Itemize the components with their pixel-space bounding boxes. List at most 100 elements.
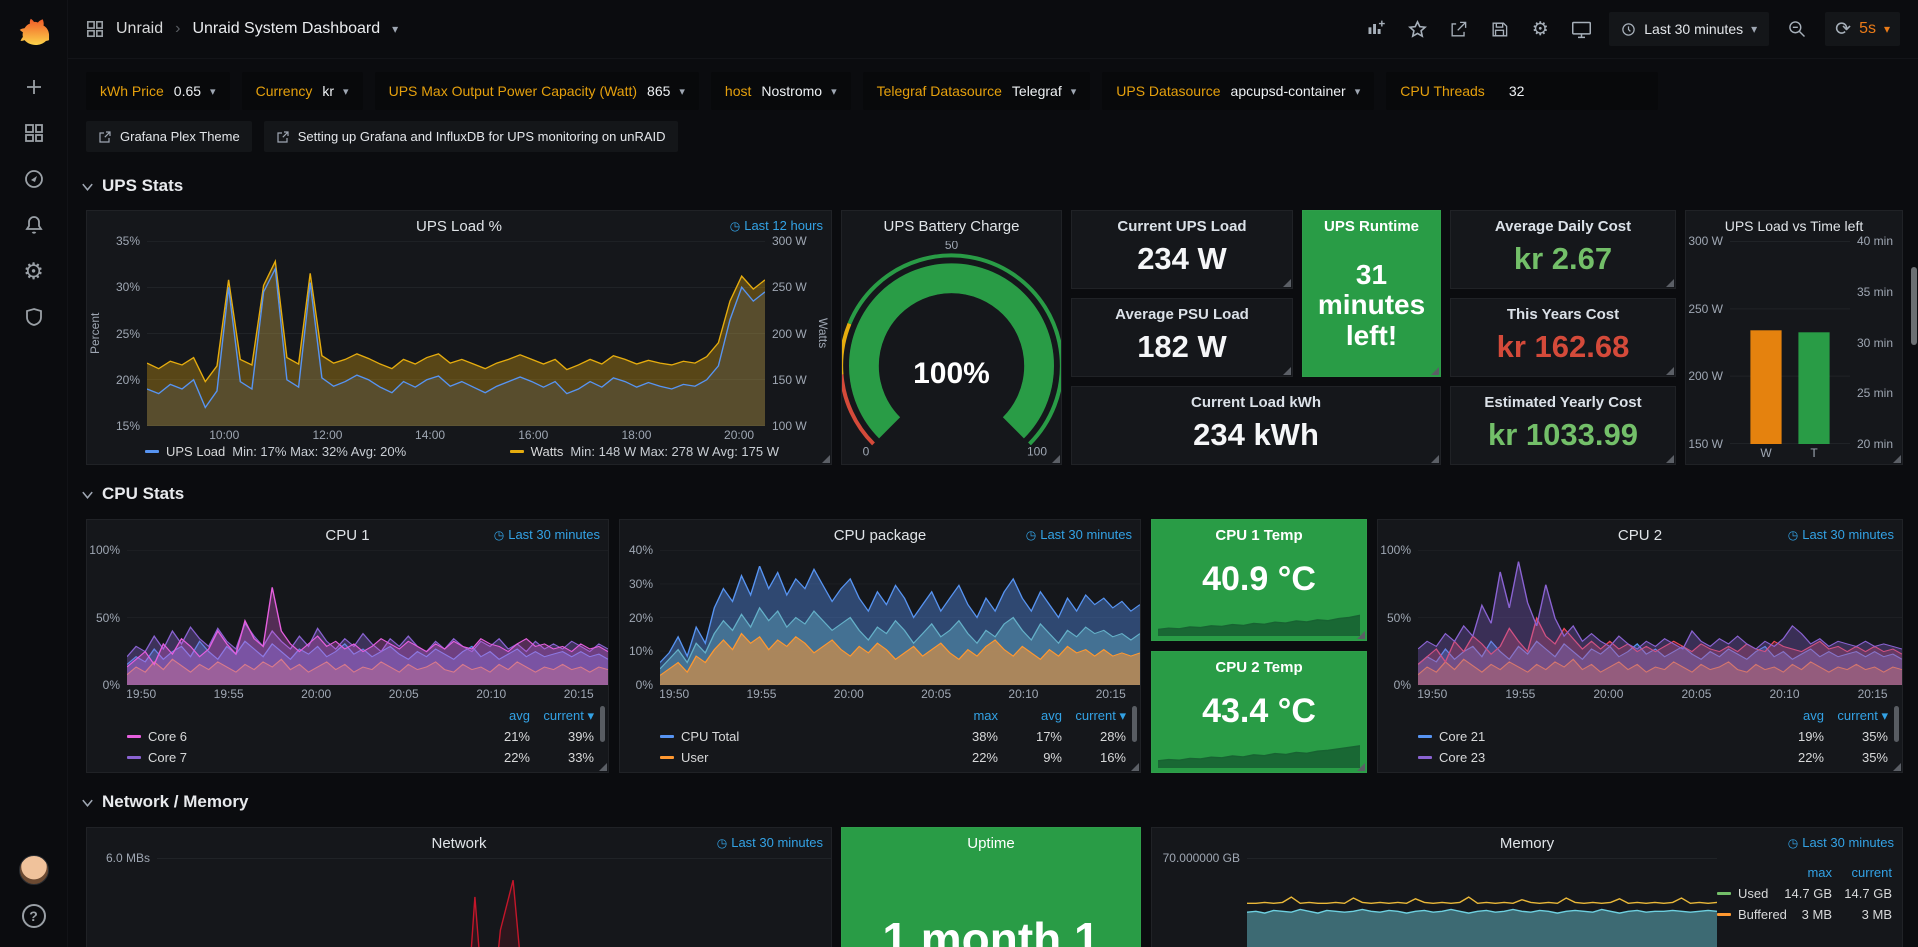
breadcrumb-root[interactable]: Unraid [116, 20, 163, 38]
variable-value[interactable]: 865 [647, 83, 670, 99]
section-cpu-stats[interactable]: CPU Stats [80, 484, 184, 504]
variable-value[interactable]: kr [322, 83, 334, 99]
chart-plot[interactable] [157, 858, 831, 947]
time-override-link[interactable]: ◷Last 30 minutes [1788, 527, 1894, 542]
share-button[interactable] [1445, 16, 1471, 42]
chart-plot[interactable] [147, 241, 765, 426]
legend-scrollbar[interactable] [1894, 706, 1899, 742]
time-override-link[interactable]: ◷Last 30 minutes [494, 527, 600, 542]
chart-plot[interactable] [1247, 858, 1717, 947]
series-name[interactable]: Core 6 [148, 729, 187, 744]
time-range-picker[interactable]: Last 30 minutes ▾ [1609, 12, 1769, 46]
help-button[interactable]: ? [0, 893, 68, 939]
panel-title[interactable]: UPS Battery Charge [884, 218, 1020, 235]
chart-plot[interactable] [660, 550, 1140, 685]
add-panel-button[interactable] [1363, 16, 1389, 42]
panel-title[interactable]: CPU package [834, 527, 927, 544]
x-axis-label: 20:15 [564, 687, 594, 701]
legend-sort-column-max[interactable]: max [1772, 865, 1832, 880]
panel-title[interactable]: Uptime [967, 835, 1015, 852]
stat-title[interactable]: Average Daily Cost [1495, 218, 1631, 235]
dashboard-link[interactable]: Grafana Plex Theme [86, 121, 252, 152]
stat-title[interactable]: This Years Cost [1507, 306, 1619, 323]
scrollbar-thumb[interactable] [1911, 267, 1917, 345]
panel-title[interactable]: CPU 2 [1618, 527, 1662, 544]
section-network-memory[interactable]: Network / Memory [80, 792, 248, 812]
variable-kwh-price[interactable]: kWh Price0.65▾ [86, 72, 230, 110]
variable-cpu-threads[interactable]: CPU Threads32 [1386, 72, 1658, 110]
kiosk-mode-button[interactable] [1568, 16, 1594, 42]
stat-title[interactable]: UPS Runtime [1324, 218, 1419, 235]
time-override-link[interactable]: ◷Last 30 minutes [717, 835, 823, 850]
variable-host[interactable]: hostNostromo▾ [711, 72, 851, 110]
dashboard-settings-button[interactable]: ⚙ [1527, 16, 1553, 42]
legend-sort-column-avg[interactable]: avg [1760, 708, 1824, 723]
dashboard-link[interactable]: Setting up Grafana and InfluxDB for UPS … [264, 121, 678, 152]
panel-title[interactable]: Network [431, 835, 486, 852]
series-name[interactable]: UPS Load [166, 444, 225, 459]
stat-title[interactable]: Average PSU Load [1115, 306, 1249, 323]
legend-item[interactable]: UPS LoadMin: 17% Max: 32% Avg: 20% [145, 444, 406, 459]
stat-title[interactable]: Current UPS Load [1117, 218, 1246, 235]
legend-scrollbar[interactable] [600, 706, 605, 742]
legend-scrollbar[interactable] [1132, 706, 1137, 742]
page-scrollbar[interactable] [1909, 118, 1918, 947]
section-ups-stats[interactable]: UPS Stats [80, 176, 183, 196]
legend-sort-column-max[interactable]: max [934, 708, 998, 723]
panel-title[interactable]: CPU 1 [325, 527, 369, 544]
series-name[interactable]: Watts [531, 444, 564, 459]
breadcrumb-caret-icon[interactable]: ▾ [392, 22, 398, 36]
variable-value[interactable]: Nostromo [761, 83, 822, 99]
sidebar-dashboards-button[interactable] [0, 110, 68, 156]
legend-sort-column-current[interactable]: current ▾ [1062, 708, 1126, 724]
variable-value[interactable]: apcupsd-container [1231, 83, 1346, 99]
sidebar-explore-button[interactable] [0, 156, 68, 202]
time-override-link[interactable]: ◷Last 12 hours [730, 218, 823, 233]
stat-title[interactable]: Current Load kWh [1191, 394, 1321, 411]
sidebar-server-admin-button[interactable] [0, 294, 68, 340]
legend-sort-column-current[interactable]: current ▾ [1824, 708, 1888, 724]
series-name[interactable]: User [681, 750, 708, 765]
panel-title[interactable]: UPS Load % [416, 218, 502, 235]
zoom-out-button[interactable] [1784, 16, 1810, 42]
panel-title[interactable]: UPS Load vs Time left [1725, 218, 1864, 234]
variable-value[interactable]: 0.65 [174, 83, 201, 99]
legend-sort-column-avg[interactable]: avg [466, 708, 530, 723]
grafana-logo[interactable] [0, 0, 68, 64]
variable-value[interactable]: 32 [1509, 83, 1525, 99]
variable-value[interactable]: Telegraf [1012, 83, 1062, 99]
refresh-picker[interactable]: ⟳ 5s ▾ [1825, 12, 1900, 46]
stat-title[interactable]: CPU 1 Temp [1215, 527, 1302, 544]
legend-row: Used14.7 GB14.7 GB [1717, 883, 1892, 904]
panel-title[interactable]: Memory [1500, 835, 1554, 852]
breadcrumb-current[interactable]: Unraid System Dashboard [192, 20, 380, 38]
apps-grid-icon[interactable] [86, 20, 104, 38]
legend-sort-column-current[interactable]: current ▾ [530, 708, 594, 724]
legend-item[interactable]: WattsMin: 148 W Max: 278 W Avg: 175 W [510, 444, 779, 459]
variable-ups-max-output-power-capacity-watt-[interactable]: UPS Max Output Power Capacity (Watt)865▾ [375, 72, 699, 110]
variable-ups-datasource[interactable]: UPS Datasourceapcupsd-container▾ [1102, 72, 1374, 110]
chart-plot[interactable] [1730, 241, 1850, 444]
chart-plot[interactable] [1418, 550, 1902, 685]
compass-icon [23, 168, 45, 190]
user-avatar-button[interactable] [0, 847, 68, 893]
time-override-link[interactable]: ◷Last 30 minutes [1026, 527, 1132, 542]
series-name[interactable]: Core 7 [148, 750, 187, 765]
sidebar-configuration-button[interactable]: ⚙ [0, 248, 68, 294]
series-name[interactable]: CPU Total [681, 729, 739, 744]
chart-plot[interactable] [127, 550, 608, 685]
stat-title[interactable]: CPU 2 Temp [1215, 659, 1302, 676]
variable-telegraf-datasource[interactable]: Telegraf DatasourceTelegraf▾ [863, 72, 1091, 110]
variable-currency[interactable]: Currencykr▾ [242, 72, 363, 110]
legend-sort-column-avg[interactable]: avg [998, 708, 1062, 723]
stat-title[interactable]: Estimated Yearly Cost [1484, 394, 1641, 411]
sidebar-alerting-button[interactable] [0, 202, 68, 248]
series-name[interactable]: Used [1738, 886, 1768, 901]
sidebar-create-button[interactable] [0, 64, 68, 110]
legend-sort-column-current[interactable]: current [1832, 865, 1892, 880]
time-override-link[interactable]: ◷Last 30 minutes [1788, 835, 1894, 850]
save-button[interactable] [1486, 16, 1512, 42]
star-button[interactable] [1404, 16, 1430, 42]
series-name[interactable]: Core 21 [1439, 729, 1485, 744]
series-name[interactable]: Core 23 [1439, 750, 1485, 765]
